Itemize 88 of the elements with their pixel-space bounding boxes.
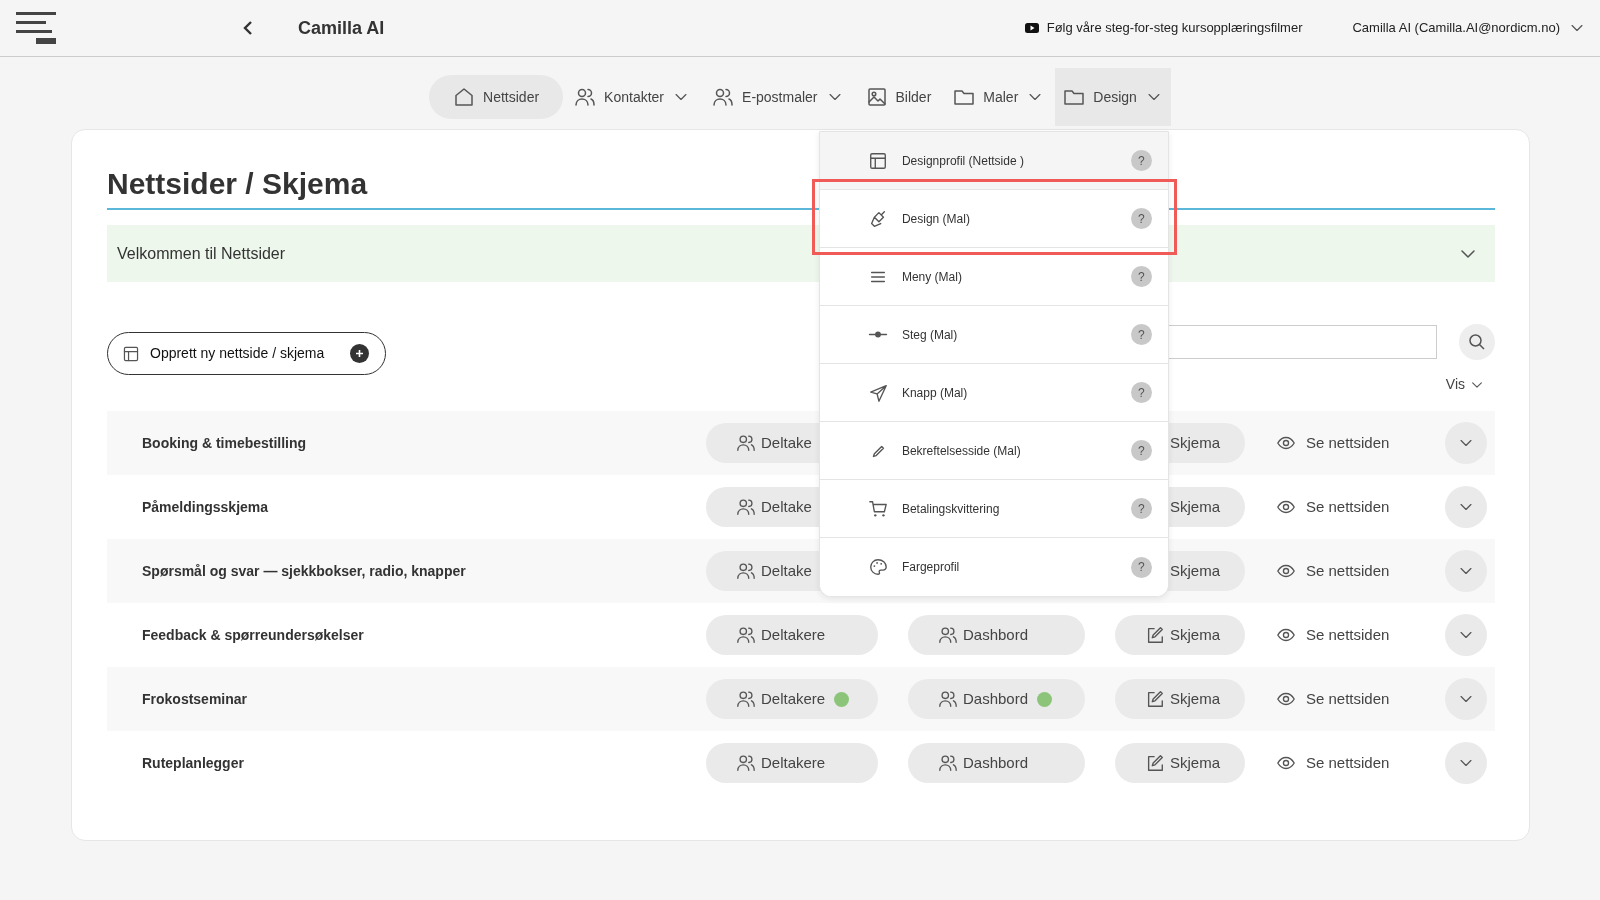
participants-button[interactable]: Deltakere xyxy=(706,615,878,655)
view-site-link[interactable]: Se nettsiden xyxy=(1276,687,1411,711)
menu-item[interactable]: Knapp (Mal) ? xyxy=(819,364,1168,422)
help-icon[interactable]: ? xyxy=(1130,324,1152,345)
edit-icon xyxy=(1145,625,1165,645)
edit-icon xyxy=(1145,753,1165,773)
home-icon xyxy=(453,86,476,108)
edit-icon xyxy=(1145,689,1165,709)
menu-item-label: Fargeprofil xyxy=(901,559,960,576)
nav-tab[interactable]: Design xyxy=(1055,68,1171,126)
menu-item-label: Bekreftelsesside (Mal) xyxy=(901,442,1021,460)
search-button[interactable] xyxy=(1459,324,1495,360)
view-menu[interactable]: Vis xyxy=(1445,374,1485,395)
form-button[interactable]: Skjema xyxy=(1115,615,1245,655)
form-button[interactable]: Skjema xyxy=(1115,743,1245,783)
help-icon[interactable]: ? xyxy=(1130,440,1152,461)
row-title: Påmeldingsskjema xyxy=(141,497,270,517)
menu-item[interactable]: Bekreftelsesside (Mal) ? xyxy=(819,422,1168,480)
row-title: Frokostseminar xyxy=(141,689,249,709)
menu-icon[interactable] xyxy=(16,10,56,46)
create-button[interactable]: Opprett ny nettside / skjema xyxy=(107,332,387,375)
menu-item-label: Design (Mal) xyxy=(901,210,970,228)
menu-item-label: Knapp (Mal) xyxy=(901,384,968,402)
page-heading: Camilla AI xyxy=(298,16,385,40)
step-icon xyxy=(867,331,888,338)
people-icon xyxy=(938,753,958,773)
expand-button[interactable] xyxy=(1445,422,1487,464)
participants-button[interactable]: Deltakere xyxy=(706,743,878,783)
expand-button[interactable] xyxy=(1445,742,1487,784)
image-icon xyxy=(865,86,888,108)
people-icon xyxy=(938,689,958,709)
help-icon[interactable]: ? xyxy=(1130,150,1152,171)
cart-icon xyxy=(867,498,888,519)
search-icon xyxy=(1468,333,1486,351)
people-icon xyxy=(574,86,597,108)
help-icon[interactable]: ? xyxy=(1130,208,1152,229)
form-button[interactable]: Skjema xyxy=(1115,679,1245,719)
expand-button[interactable] xyxy=(1445,486,1487,528)
expand-button[interactable] xyxy=(1445,614,1487,656)
view-site-link[interactable]: Se nettsiden xyxy=(1276,559,1411,583)
people-icon xyxy=(712,86,735,108)
participants-button[interactable]: Deltakere xyxy=(706,679,878,719)
help-icon[interactable]: ? xyxy=(1130,266,1152,287)
search-field[interactable] xyxy=(1167,325,1437,359)
row-title: Booking & timebestilling xyxy=(141,433,308,453)
menu-item-label: Betalingskvittering xyxy=(901,500,1000,518)
nav-tab[interactable]: Nettsider xyxy=(429,75,564,119)
user-menu[interactable]: Camilla AI (Camilla.AI@nordicm.no) xyxy=(1352,18,1586,38)
people-icon xyxy=(736,689,756,709)
help-icon[interactable]: ? xyxy=(1130,556,1152,578)
menu-item[interactable]: Fargeprofil ? xyxy=(819,538,1168,596)
expand-button[interactable] xyxy=(1445,550,1487,592)
dashboard-button[interactable]: Dashbord xyxy=(908,615,1085,655)
menu-item[interactable]: Design (Mal) ? xyxy=(819,190,1168,248)
help-icon[interactable]: ? xyxy=(1130,498,1152,519)
menu-item[interactable]: Betalingskvittering ? xyxy=(819,480,1168,538)
view-site-link[interactable]: Se nettsiden xyxy=(1276,431,1411,455)
people-icon xyxy=(938,625,958,645)
nav-tab[interactable]: Bilder xyxy=(854,75,943,119)
view-site-link[interactable]: Se nettsiden xyxy=(1276,495,1411,519)
people-icon xyxy=(736,753,756,773)
row-title: Spørsmål og svar — sjekkbokser, radio, knapper xyxy=(141,561,467,581)
layout-icon xyxy=(867,150,888,171)
people-icon xyxy=(736,625,756,645)
back-icon[interactable] xyxy=(242,20,254,36)
nav-tab[interactable]: E-postmaler xyxy=(701,75,855,119)
people-icon xyxy=(736,433,756,453)
people-icon xyxy=(736,561,756,581)
row-title: Ruteplanlegger xyxy=(141,753,245,773)
menu-item-label: Steg (Mal) xyxy=(901,326,958,344)
nav-tab[interactable]: Kontakter xyxy=(563,75,702,119)
menu-item[interactable]: Designprofil (Nettside ) ? xyxy=(819,132,1168,190)
video-icon xyxy=(1024,23,1039,33)
dashboard-button[interactable]: Dashbord xyxy=(908,743,1085,783)
expand-button[interactable] xyxy=(1445,678,1487,720)
view-site-link[interactable]: Se nettsiden xyxy=(1276,751,1411,775)
dashboard-button[interactable]: Dashbord xyxy=(908,679,1085,719)
plus-icon xyxy=(350,344,370,363)
people-icon xyxy=(736,497,756,517)
layout-icon xyxy=(122,344,140,363)
paper-plane-icon xyxy=(867,382,888,403)
palette-icon xyxy=(867,557,888,577)
help-icon[interactable]: ? xyxy=(1130,382,1152,403)
nav-tab[interactable]: Maler xyxy=(942,75,1056,119)
row-title: Feedback & spørreundersøkelser xyxy=(141,625,365,645)
tutorial-link[interactable]: Følg våre steg-for-steg kursopplæringsfilmer xyxy=(1024,18,1303,38)
view-site-link[interactable]: Se nettsiden xyxy=(1276,623,1411,647)
menu-item[interactable]: Steg (Mal) ? xyxy=(819,306,1168,364)
